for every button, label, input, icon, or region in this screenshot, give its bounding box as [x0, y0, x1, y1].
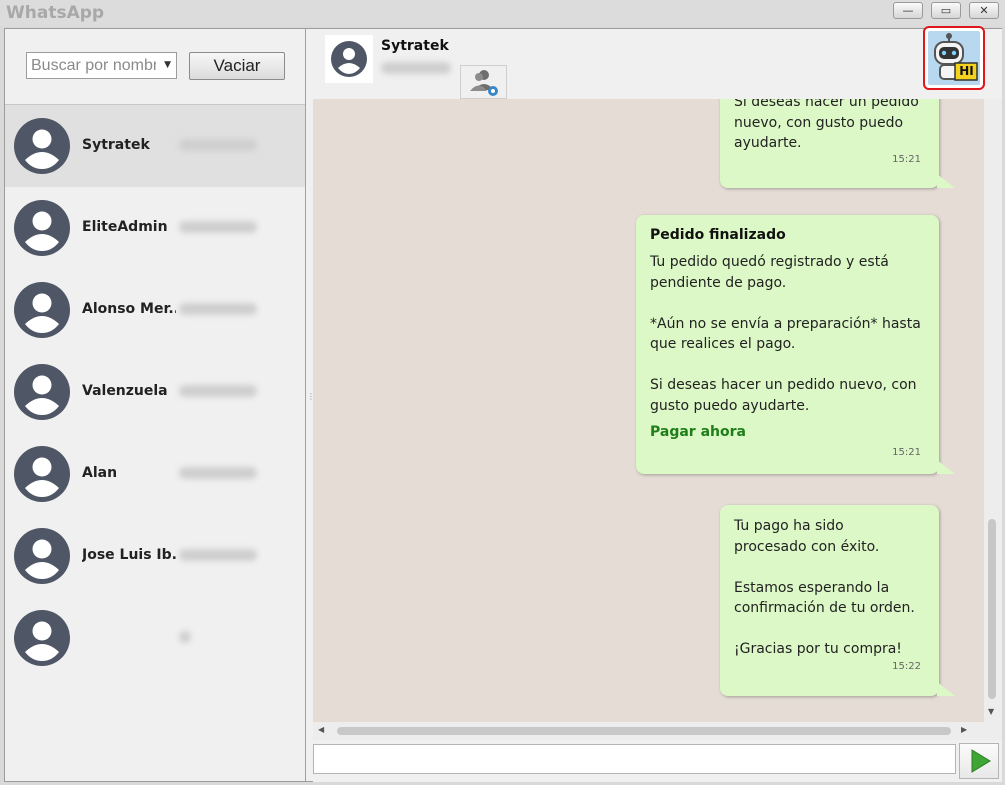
search-area: ▼ Vaciar	[5, 29, 305, 105]
close-button[interactable]: ✕	[969, 2, 999, 19]
bot-button[interactable]: HI	[923, 26, 985, 90]
contact-item[interactable]: EliteAdmin	[5, 187, 305, 269]
minimize-button[interactable]: —	[893, 2, 923, 19]
message-text: Tu pedido quedó registrado y está pendie…	[650, 254, 921, 414]
message-text: Tu pago ha sido procesado con éxito. Est…	[734, 518, 915, 657]
message-bubble: Pedido finalizado Tu pedido quedó regist…	[636, 215, 955, 474]
agent-settings-button[interactable]	[460, 65, 507, 99]
message-title: Pedido finalizado	[650, 227, 786, 243]
contact-item[interactable]: Alonso Mer...	[5, 269, 305, 351]
contact-item[interactable]	[5, 597, 305, 679]
contact-name: Jose Luis Ib...	[82, 547, 176, 563]
close-icon: ✕	[979, 4, 989, 17]
message-bubble: Si deseas hacer un pedido nuevo, con gus…	[720, 99, 955, 188]
contact-phone-redacted	[179, 467, 257, 479]
contact-phone-redacted	[179, 221, 257, 233]
contact-phone-redacted	[179, 303, 257, 315]
message-time: 15:22	[892, 660, 921, 672]
composer	[313, 740, 1002, 782]
avatar-icon	[14, 118, 70, 174]
contact-phone-redacted	[179, 549, 257, 561]
contact-name: Alonso Mer...	[82, 301, 176, 317]
avatar-icon	[14, 610, 70, 666]
vertical-scroll-thumb[interactable]	[988, 519, 996, 699]
clear-button[interactable]: Vaciar	[189, 52, 285, 80]
contact-name: EliteAdmin	[82, 219, 168, 235]
contact-name: Sytratek	[82, 137, 150, 153]
dropdown-arrow-icon[interactable]: ▼	[164, 60, 171, 70]
app-title: WhatsApp	[6, 3, 105, 23]
panel-splitter[interactable]: ⋮	[307, 393, 315, 413]
bot-badge: HI	[928, 31, 980, 85]
message-time: 15:21	[892, 153, 921, 165]
contact-phone-redacted	[179, 631, 191, 643]
chat-header: Sytratek HI	[313, 26, 1002, 99]
avatar-icon	[14, 282, 70, 338]
message-text: Si deseas hacer un pedido nuevo, con gus…	[734, 99, 919, 151]
contact-item[interactable]: Sytratek	[5, 105, 305, 187]
vertical-scrollbar[interactable]: ▼	[984, 99, 1002, 722]
avatar-icon	[14, 200, 70, 256]
title-bar: WhatsApp — ▭ ✕	[0, 0, 1005, 26]
minimize-icon: —	[902, 4, 914, 17]
contact-list: Sytratek EliteAdmin Alonso Mer... Valenz…	[5, 105, 305, 679]
horizontal-scroll-thumb[interactable]	[337, 727, 951, 735]
scroll-right-arrow-icon[interactable]: ▶	[961, 725, 967, 734]
search-input[interactable]	[29, 55, 156, 76]
avatar-icon	[14, 364, 70, 420]
horizontal-scrollbar[interactable]: ◀ ▶	[313, 722, 1002, 740]
search-combobox[interactable]: ▼	[26, 52, 177, 79]
contact-phone-redacted	[179, 385, 257, 397]
message-input[interactable]	[313, 744, 956, 774]
message-time: 15:21	[892, 446, 921, 458]
contact-phone-redacted	[179, 139, 257, 151]
send-icon	[971, 749, 991, 773]
avatar-icon	[331, 41, 367, 77]
bubble-tail	[937, 174, 955, 188]
contact-name: Valenzuela	[82, 383, 168, 399]
chat-avatar[interactable]	[325, 35, 373, 83]
contact-item[interactable]: Alan	[5, 433, 305, 515]
maximize-button[interactable]: ▭	[931, 2, 961, 19]
contact-item[interactable]: Jose Luis Ib...	[5, 515, 305, 597]
bubble-tail	[937, 460, 955, 474]
bubble-tail	[937, 682, 955, 696]
scroll-left-arrow-icon[interactable]: ◀	[318, 725, 324, 734]
avatar-icon	[14, 446, 70, 502]
agent-settings-icon	[470, 70, 498, 96]
maximize-icon: ▭	[940, 4, 952, 17]
bot-badge-text: HI	[959, 64, 974, 78]
chat-messages: Si deseas hacer un pedido nuevo, con gus…	[313, 99, 984, 722]
chat-contact-phone-redacted	[381, 62, 451, 74]
scroll-down-arrow-icon[interactable]: ▼	[988, 707, 994, 716]
send-button[interactable]	[959, 743, 999, 779]
pay-now-link[interactable]: Pagar ahora	[650, 422, 746, 443]
contact-name: Alan	[82, 465, 118, 481]
contacts-panel: ▼ Vaciar Sytratek EliteAdmin Alonso Mer.…	[5, 29, 306, 781]
avatar-icon	[14, 528, 70, 584]
message-bubble: Tu pago ha sido procesado con éxito. Est…	[720, 505, 955, 696]
contact-item[interactable]: Valenzuela	[5, 351, 305, 433]
chat-contact-name: Sytratek	[381, 38, 449, 54]
